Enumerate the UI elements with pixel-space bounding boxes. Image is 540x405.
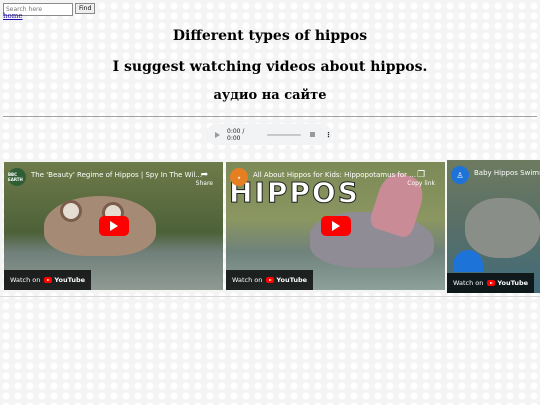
youtube-icon	[266, 277, 275, 283]
youtube-brand: YouTube	[497, 279, 529, 287]
youtube-icon	[487, 280, 496, 286]
volume-icon[interactable]	[310, 132, 315, 137]
watch-label: Watch on	[453, 279, 484, 287]
video-title[interactable]: The 'Beauty' Regime of Hippos | Spy In T…	[31, 171, 202, 179]
audio-player[interactable]: 0:00 / 0:00 ⋮	[206, 124, 332, 145]
channel-logo	[453, 250, 483, 272]
video-title[interactable]: Baby Hippos Swimm	[474, 169, 540, 177]
share-label: Share	[195, 180, 213, 187]
youtube-logo: YouTube	[44, 276, 85, 284]
share-button[interactable]: ➦ Share	[196, 170, 213, 187]
video-title[interactable]: All About Hippos for Kids: Hippopotamus …	[253, 171, 416, 179]
youtube-icon	[44, 277, 53, 283]
hippos-overlay-text: HIPPOS	[229, 176, 360, 210]
watch-on-youtube[interactable]: Watch on YouTube	[226, 270, 314, 290]
share-icon: ➦	[200, 170, 209, 180]
watch-label: Watch on	[10, 276, 41, 284]
audio-progress-slider[interactable]	[266, 133, 302, 136]
play-button[interactable]	[99, 216, 129, 236]
watch-on-youtube[interactable]: Watch on YouTube	[447, 273, 535, 293]
video-embed-2[interactable]: HIPPOS ★ All About Hippos for Kids: Hipp…	[226, 162, 445, 290]
page-title: Different types of hippos	[172, 28, 368, 44]
divider	[3, 116, 537, 117]
youtube-brand: YouTube	[276, 276, 308, 284]
channel-avatar[interactable]: ♙	[451, 166, 469, 184]
youtube-logo: YouTube	[266, 276, 307, 284]
youtube-logo: YouTube	[487, 279, 528, 287]
play-icon	[110, 221, 118, 231]
hippo-image	[465, 198, 540, 258]
play-button[interactable]	[321, 216, 351, 236]
youtube-brand: YouTube	[54, 276, 86, 284]
audio-time: 0:00 / 0:00	[227, 127, 245, 142]
home-link[interactable]: home	[3, 12, 23, 20]
video-embed-3[interactable]: ♙ Baby Hippos Swimm Watch on YouTube	[447, 160, 540, 293]
play-icon[interactable]	[215, 131, 220, 138]
find-button[interactable]: Find	[75, 3, 96, 14]
copy-link-label: Copy link	[407, 180, 435, 187]
channel-avatar[interactable]: ★	[230, 168, 248, 186]
channel-avatar[interactable]: BBC EARTH	[8, 168, 26, 186]
divider-bottom	[0, 296, 540, 297]
more-options-icon[interactable]: ⋮	[325, 131, 332, 139]
page-subtitle: I suggest watching videos about hippos.	[112, 59, 428, 75]
copy-icon: ❐	[417, 170, 426, 180]
video-embed-1[interactable]: BBC EARTH The 'Beauty' Regime of Hippos …	[4, 162, 223, 290]
play-icon	[332, 221, 340, 231]
watch-label: Watch on	[232, 276, 263, 284]
watch-on-youtube[interactable]: Watch on YouTube	[4, 270, 92, 290]
copy-link-button[interactable]: ❐ Copy link	[407, 170, 435, 187]
audio-caption: аудио на сайте	[213, 88, 327, 103]
